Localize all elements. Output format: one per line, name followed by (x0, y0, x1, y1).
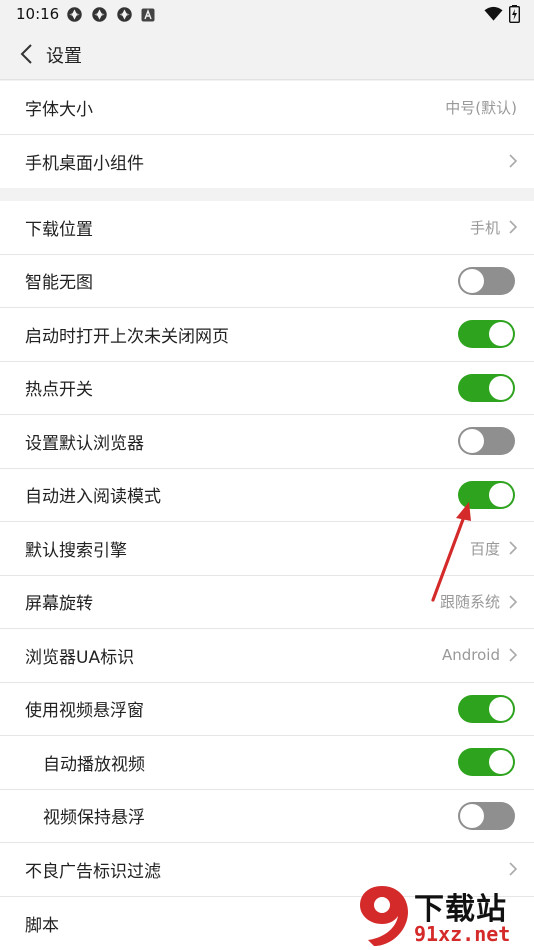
setting-row-3[interactable]: 智能无图 (0, 255, 534, 308)
battery-charging-icon (509, 5, 520, 23)
sync-icon (92, 7, 107, 22)
status-time: 10:16 (16, 5, 60, 23)
notification-a-icon (141, 8, 155, 21)
setting-label: 启动时打开上次未关闭网页 (25, 326, 229, 347)
chevron-right-icon (509, 648, 518, 662)
setting-label: 使用视频悬浮窗 (25, 701, 144, 722)
toggle-switch[interactable] (458, 266, 515, 295)
setting-value: 手机 (469, 218, 500, 237)
chevron-right-icon (509, 154, 518, 168)
toggle-knob (489, 750, 513, 775)
setting-label: 浏览器UA标识 (25, 647, 135, 668)
setting-value: 中号(默认) (445, 98, 517, 117)
toggle-knob (489, 696, 513, 721)
settings-group-display: 字体大小 中号(默认) 手机桌面小组件 (0, 81, 534, 188)
setting-row-4[interactable]: 启动时打开上次未关闭网页 (0, 308, 534, 362)
chevron-right-icon (509, 541, 518, 555)
app-header: 设置 (0, 28, 534, 80)
chevron-right-icon (509, 220, 518, 234)
toggle-knob (460, 268, 484, 293)
setting-row-11[interactable]: 使用视频悬浮窗 (0, 683, 534, 736)
toggle-switch[interactable] (458, 694, 515, 723)
chevron-left-icon (20, 44, 32, 64)
setting-row-9[interactable]: 屏幕旋转 跟随系统 (0, 576, 534, 629)
toggle-switch[interactable] (458, 748, 515, 777)
setting-row-5[interactable]: 热点开关 (0, 362, 534, 415)
toggle-switch[interactable] (458, 480, 515, 509)
setting-value: 百度 (469, 539, 500, 558)
setting-label: 视频保持悬浮 (43, 808, 145, 829)
setting-label: 脚本 (25, 915, 59, 936)
setting-row-2[interactable]: 下载位置 手机 (0, 201, 534, 255)
wifi-icon (484, 6, 503, 21)
setting-label: 自动进入阅读模式 (25, 487, 161, 508)
chevron-right-icon (509, 862, 518, 876)
toggle-switch[interactable] (458, 801, 515, 830)
settings-group-browser: 下载位置 手机智能无图启动时打开上次未关闭网页 热点开关设置默认浏览器 自动进入阅读模… (0, 201, 534, 950)
setting-label: 热点开关 (25, 380, 93, 401)
toggle-switch[interactable] (458, 373, 515, 402)
setting-row-15[interactable]: 脚本 (0, 897, 534, 950)
toggle-knob (460, 803, 484, 828)
setting-label: 智能无图 (25, 273, 93, 294)
setting-row-10[interactable]: 浏览器UA标识 Android (0, 629, 534, 683)
toggle-knob (489, 375, 513, 400)
setting-row-12[interactable]: 自动播放视频 (0, 736, 534, 790)
setting-label: 手机桌面小组件 (25, 153, 144, 174)
setting-row-0[interactable]: 字体大小 中号(默认) (0, 81, 534, 135)
status-bar: 10:16 (0, 0, 534, 28)
toggle-knob (489, 322, 513, 347)
setting-label: 字体大小 (25, 99, 93, 120)
setting-label: 下载位置 (25, 219, 93, 240)
setting-row-6[interactable]: 设置默认浏览器 (0, 415, 534, 469)
setting-label: 不良广告标识过滤 (25, 861, 161, 882)
setting-label: 默认搜索引擎 (25, 540, 127, 561)
setting-row-7[interactable]: 自动进入阅读模式 (0, 469, 534, 522)
status-icons-right (484, 5, 520, 23)
setting-row-13[interactable]: 视频保持悬浮 (0, 790, 534, 843)
toggle-knob (460, 429, 484, 454)
sync-icon (117, 7, 132, 22)
sync-icon (67, 7, 82, 22)
status-icons-left (66, 6, 155, 23)
setting-value: Android (442, 646, 500, 665)
page-title: 设置 (46, 46, 82, 67)
setting-label: 屏幕旋转 (25, 594, 93, 615)
toggle-switch[interactable] (458, 427, 515, 456)
setting-label: 设置默认浏览器 (25, 433, 144, 454)
setting-row-1[interactable]: 手机桌面小组件 (0, 135, 534, 189)
setting-row-8[interactable]: 默认搜索引擎 百度 (0, 522, 534, 576)
chevron-right-icon (509, 595, 518, 609)
back-button[interactable] (10, 38, 42, 70)
toggle-knob (489, 482, 513, 507)
toggle-switch[interactable] (458, 320, 515, 349)
setting-label: 自动播放视频 (43, 754, 145, 775)
setting-row-14[interactable]: 不良广告标识过滤 (0, 843, 534, 897)
setting-value: 跟随系统 (439, 593, 500, 612)
